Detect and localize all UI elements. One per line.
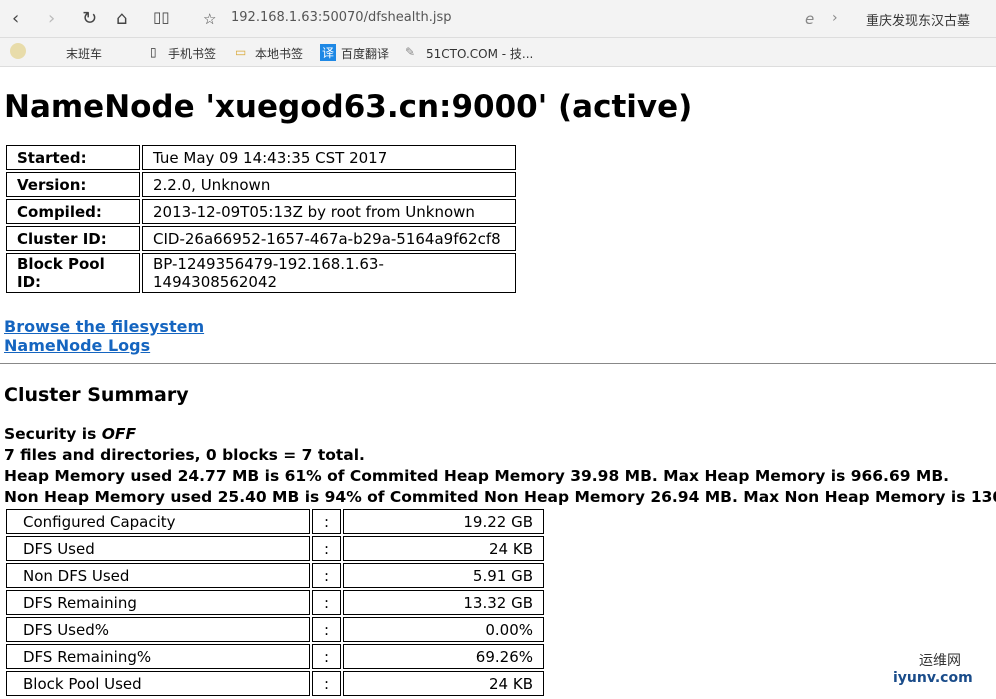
table-row: Block Pool Used:24 KB [6,671,544,696]
metric-label: Block Pool Used [6,671,310,696]
info-value: BP-1249356479-192.168.1.63-1494308562042 [142,253,516,293]
table-row: DFS Remaining%:69.26% [6,644,544,669]
table-row: Configured Capacity:19.22 GB [6,509,544,534]
page-title: NameNode 'xuegod63.cn:9000' (active) [4,89,693,125]
metric-value: 13.32 GB [343,590,544,615]
cluster-summary-heading: Cluster Summary [4,384,189,406]
separator: : [312,671,341,696]
security-value: OFF [101,425,137,443]
metric-label: Configured Capacity [6,509,310,534]
bookmarks-bar: 末班车 ▯ 手机书签 ▭ 本地书签 译 百度翻译 ✎ 51CTO.COM - 技… [0,37,996,67]
page-content: NameNode 'xuegod63.cn:9000' (active) Sta… [0,89,996,698]
info-value: 2013-12-09T05:13Z by root from Unknown [142,199,516,224]
watermark-logo: 运维网 iyunv.com [893,650,973,686]
info-label: Version: [6,172,140,197]
refresh-icon[interactable]: ↻ [82,8,97,29]
metric-value: 24 KB [343,671,544,696]
forward-icon[interactable]: › [48,8,55,29]
bookmark[interactable]: 百度翻译 [341,45,389,62]
non-heap-memory: Non Heap Memory used 25.40 MB is 94% of … [4,488,996,506]
table-row: Block Pool ID: BP-1249356479-192.168.1.63… [6,253,516,293]
table-row: Cluster ID: CID-26a66952-1657-467a-b29a-5… [6,226,516,251]
folder-icon: ▭ [235,45,247,59]
namenode-logs-link[interactable]: NameNode Logs [4,336,992,355]
metric-value: 69.26% [343,644,544,669]
star-icon[interactable]: ☆ [203,10,216,28]
browse-filesystem-link[interactable]: Browse the filesystem [4,317,992,336]
browser-toolbar: ‹ › ↻ ⌂ ▯▯ ☆ 192.168.1.63:50070/dfshealt… [0,0,996,37]
info-value: 2.2.0, Unknown [142,172,516,197]
bookmark[interactable]: 末班车 [66,45,102,62]
table-row: Non DFS Used:5.91 GB [6,563,544,588]
metric-value: 5.91 GB [343,563,544,588]
table-row: DFS Remaining:13.32 GB [6,590,544,615]
separator: : [312,563,341,588]
home-icon[interactable]: ⌂ [116,8,127,29]
link-icon: ✎ [405,45,416,59]
chevron-right-icon[interactable]: › [832,10,838,26]
metric-label: DFS Remaining% [6,644,310,669]
separator: : [312,617,341,642]
news-ticker[interactable]: 重庆发现东汉古墓 [866,10,970,29]
files-summary: 7 files and directories, 0 blocks = 7 to… [4,446,365,464]
phone-icon: ▯ [150,45,157,59]
separator: : [312,644,341,669]
bookmark[interactable]: 手机书签 [168,45,216,62]
metric-value: 24 KB [343,536,544,561]
capacity-table: Configured Capacity:19.22 GB DFS Used:24… [4,507,546,698]
metric-label: DFS Remaining [6,590,310,615]
metric-label: DFS Used% [6,617,310,642]
security-status: Security is OFF [4,424,992,445]
reading-icon[interactable]: ▯▯ [153,8,170,26]
info-label: Cluster ID: [6,226,140,251]
avatar-icon[interactable] [10,43,26,59]
security-label: Security is [4,425,102,443]
translate-icon: 译 [320,44,337,61]
watermark-cn: 运维网 [919,653,961,669]
separator: : [312,509,341,534]
divider [0,363,996,364]
info-value: CID-26a66952-1657-467a-b29a-5164a9f62cf8 [142,226,516,251]
metric-label: DFS Used [6,536,310,561]
table-row: DFS Used:24 KB [6,536,544,561]
bookmark[interactable]: 51CTO.COM - 技... [426,45,533,62]
metric-label: Non DFS Used [6,563,310,588]
separator: : [312,536,341,561]
info-label: Block Pool ID: [6,253,140,293]
separator: : [312,590,341,615]
table-row: DFS Used%:0.00% [6,617,544,642]
metric-value: 19.22 GB [343,509,544,534]
back-icon[interactable]: ‹ [12,8,19,29]
namenode-info-table: Started: Tue May 09 14:43:35 CST 2017 Ver… [4,143,518,295]
info-label: Compiled: [6,199,140,224]
bookmark[interactable]: 本地书签 [255,45,303,62]
watermark-en: iyunv.com [893,670,973,686]
address-bar[interactable]: 192.168.1.63:50070/dfshealth.jsp [231,10,451,25]
info-value: Tue May 09 14:43:35 CST 2017 [142,145,516,170]
metric-value: 0.00% [343,617,544,642]
ie-icon[interactable]: e [805,10,814,28]
table-row: Version: 2.2.0, Unknown [6,172,516,197]
table-row: Started: Tue May 09 14:43:35 CST 2017 [6,145,516,170]
info-label: Started: [6,145,140,170]
table-row: Compiled: 2013-12-09T05:13Z by root from … [6,199,516,224]
heap-memory: Heap Memory used 24.77 MB is 61% of Comm… [4,467,950,485]
